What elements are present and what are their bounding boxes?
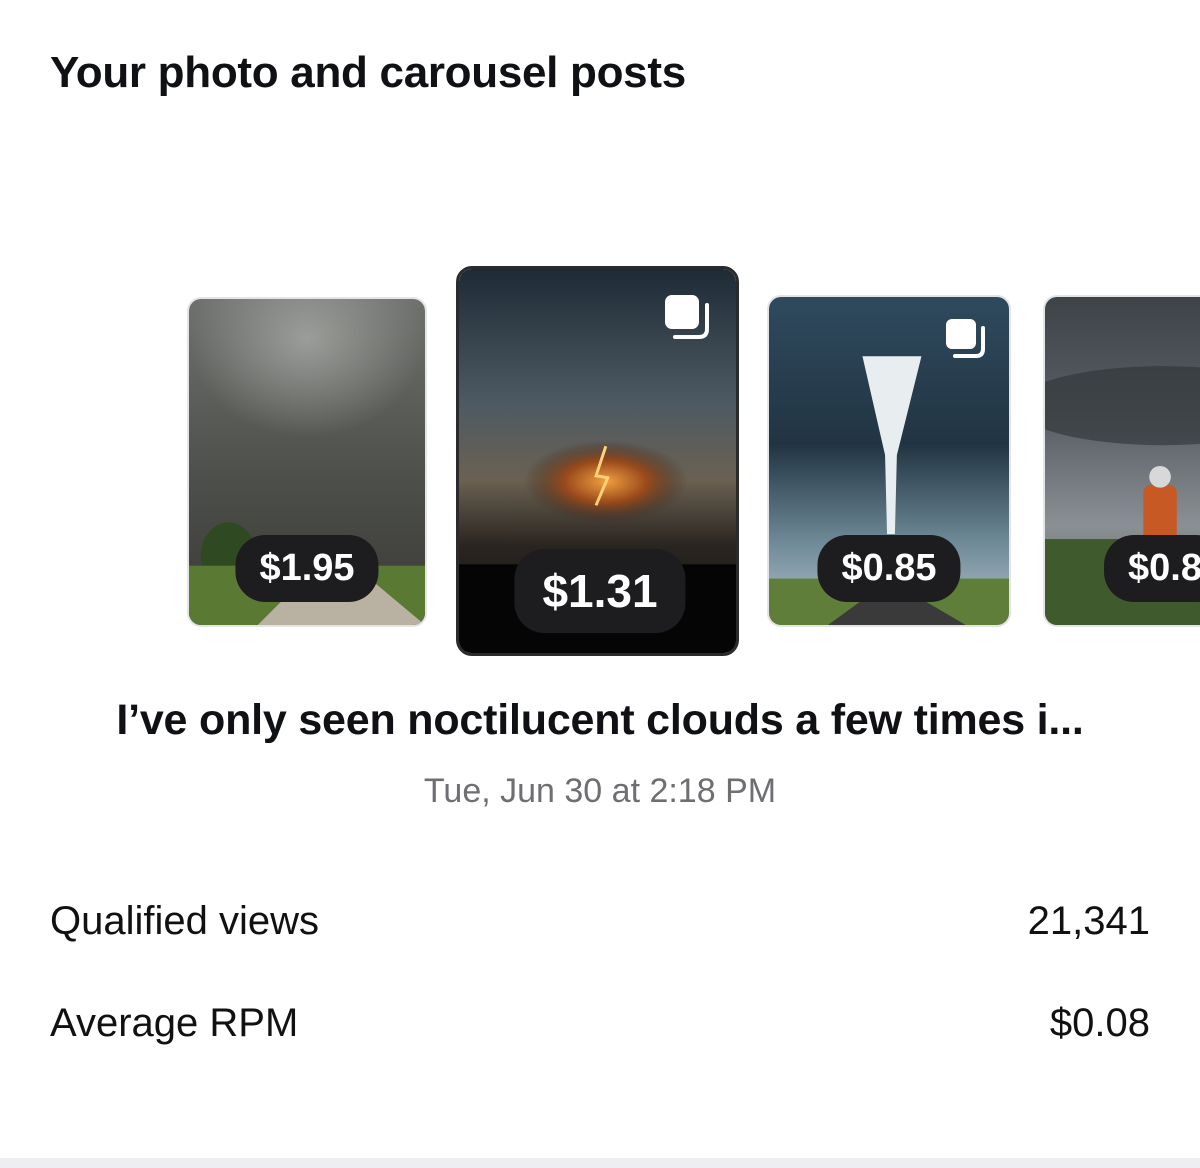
post-earnings-badge: $1.31 (514, 549, 686, 633)
post-earnings-badge: $0.8 (1104, 535, 1200, 602)
section-divider (0, 1158, 1200, 1168)
post-thumbnail-4[interactable]: $0.8 (1043, 295, 1200, 627)
stat-label: Average RPM (50, 1000, 299, 1045)
stat-row-average-rpm: Average RPM $0.08 (50, 999, 1150, 1047)
stat-value: $0.08 (1049, 1000, 1150, 1045)
carousel-stack-icon (944, 317, 990, 363)
stat-row-qualified-views: Qualified views 21,341 (50, 897, 1150, 945)
post-caption: I’ve only seen noctilucent clouds a few … (116, 696, 1084, 744)
post-thumbnail-1[interactable]: $1.95 (187, 297, 427, 627)
post-date: Tue, Jun 30 at 2:18 PM (423, 772, 777, 810)
stat-value: 21,341 (1027, 898, 1150, 943)
stat-label: Qualified views (50, 898, 320, 943)
post-earnings-badge: $1.95 (235, 535, 379, 602)
post-earnings-badge: $0.85 (817, 535, 961, 602)
carousel-stack-icon (663, 293, 715, 345)
post-thumbnail-3[interactable]: $0.85 (767, 295, 1011, 627)
post-thumbnail-2[interactable]: $1.31 (456, 266, 739, 656)
posts-carousel[interactable]: $1.95 $1.31 $0.85 $0.8 (0, 260, 1200, 670)
section-title: Your photo and carousel posts (50, 48, 686, 97)
